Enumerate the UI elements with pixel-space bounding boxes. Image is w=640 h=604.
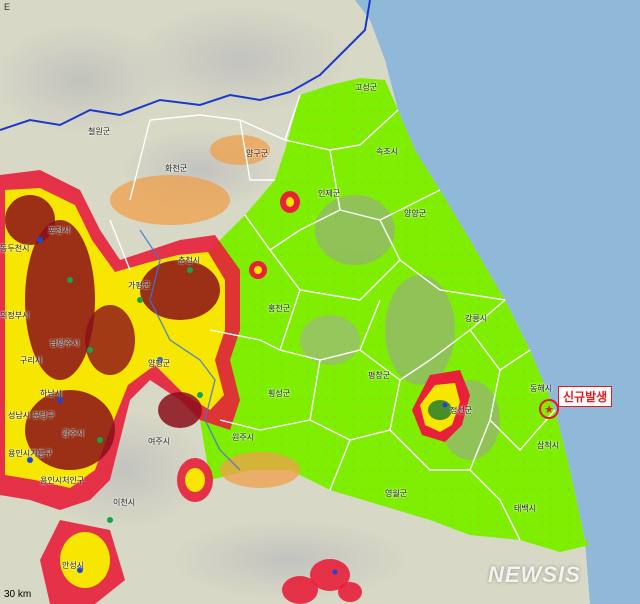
- label-wonju: 원주시: [232, 433, 255, 442]
- svg-text:★: ★: [544, 403, 554, 416]
- label-yongin-giheung: 용인시기흥구: [8, 449, 53, 458]
- map-stage: ★ 고성군 속초시 철원군 화천군 양구군 인제군 양양군 춘천시 가평군 홍천…: [0, 0, 640, 604]
- label-yongin-cheoin: 용인시처인구: [40, 476, 85, 485]
- scale-bar: 30 km: [4, 589, 32, 600]
- label-uijeongbu: 의정부시: [0, 311, 30, 320]
- label-yeoju: 여주시: [148, 437, 171, 446]
- label-gapyeong: 가평군: [128, 281, 151, 290]
- label-donghae: 동해시: [530, 384, 553, 393]
- newsis-watermark: NEWSIS: [488, 562, 581, 587]
- label-jeongseon: 정선군: [450, 406, 473, 415]
- new-outbreak-callout: 신규발생: [558, 386, 613, 407]
- label-yeongwol: 영월군: [385, 489, 408, 498]
- label-samcheok: 삼척시: [537, 441, 560, 450]
- risk-map: ★: [0, 0, 640, 604]
- label-goseong: 고성군: [355, 83, 378, 92]
- label-hoengseong: 횡성군: [268, 389, 291, 398]
- label-namyangju: 남양주시: [50, 339, 80, 348]
- label-dongducheon: 동두천시: [0, 244, 30, 253]
- label-hanam: 하남시: [40, 389, 63, 398]
- label-anseong: 안성시: [62, 561, 85, 570]
- label-chuncheon: 춘천시: [178, 256, 201, 265]
- label-yangpyeong: 양평군: [148, 359, 171, 368]
- label-sokcho: 속초시: [376, 147, 399, 156]
- label-yangyang: 양양군: [404, 209, 427, 218]
- label-seongnam-bundang: 성남시 분당구: [8, 411, 55, 420]
- label-yanggu: 양구군: [246, 149, 269, 158]
- label-pocheon: 포천시: [48, 226, 71, 235]
- label-icheon: 이천시: [113, 498, 136, 507]
- label-pyeongchang: 평창군: [368, 371, 391, 380]
- label-inje: 인제군: [318, 189, 341, 198]
- label-gangneung: 강릉시: [465, 314, 488, 323]
- label-cheorwon: 철원군: [88, 127, 111, 136]
- compass-label: E: [4, 2, 11, 12]
- label-hongcheon: 홍천군: [268, 304, 291, 313]
- label-hwacheon: 화천군: [165, 164, 188, 173]
- label-guri: 구리시: [20, 356, 43, 365]
- label-taebaek: 태백시: [514, 504, 537, 513]
- label-gwangju: 광주시: [62, 429, 85, 438]
